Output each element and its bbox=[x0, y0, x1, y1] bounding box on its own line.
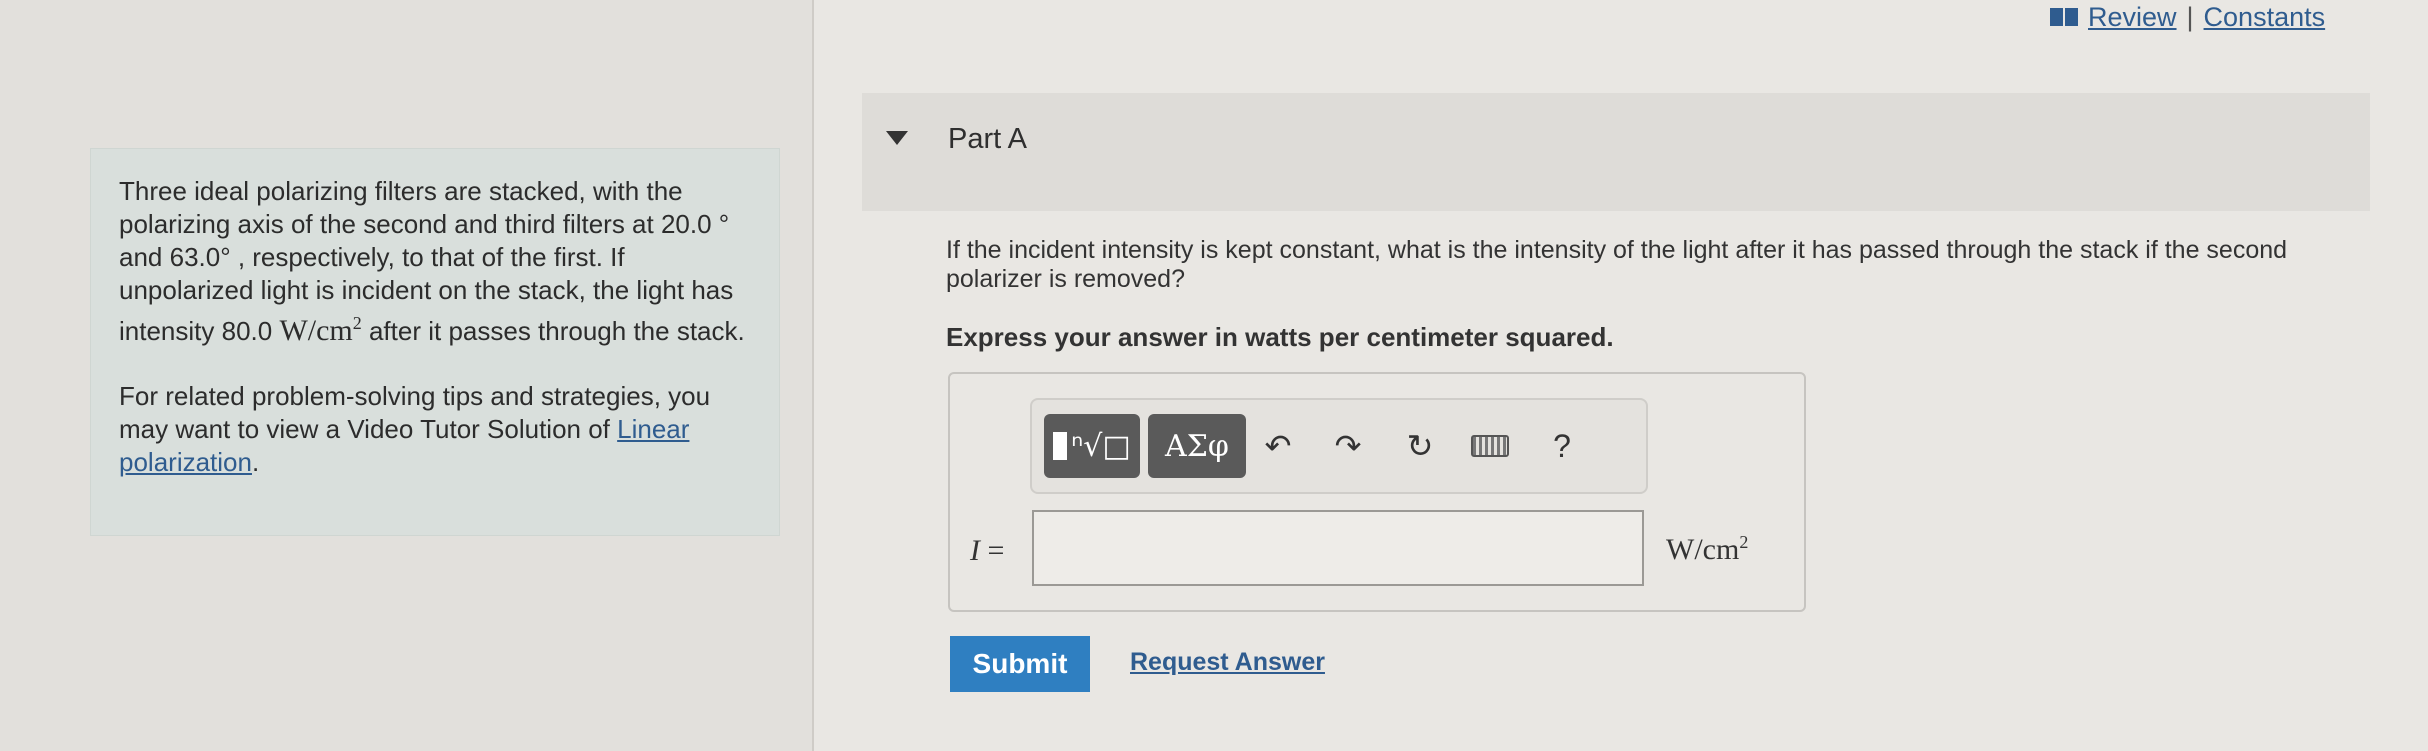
unit-base: W/cm bbox=[279, 314, 353, 347]
redo-icon[interactable]: ↷ bbox=[1328, 426, 1368, 466]
tips-text: For related problem-solving tips and str… bbox=[119, 380, 751, 479]
radical-template-icon: ⁿ√□ bbox=[1071, 428, 1131, 464]
answer-units: W/cm2 bbox=[1666, 532, 1748, 567]
review-link[interactable]: Review bbox=[2088, 0, 2177, 34]
separator: | bbox=[2186, 2, 2194, 32]
reset-icon[interactable]: ↻ bbox=[1400, 426, 1440, 466]
tips-text-end: . bbox=[251, 447, 260, 477]
answer-variable-label: I = bbox=[970, 534, 1004, 568]
part-a-header[interactable]: Part A bbox=[862, 93, 2370, 211]
request-answer-link[interactable]: Request Answer bbox=[1130, 648, 1325, 677]
templates-button[interactable]: ⁿ√□ bbox=[1044, 414, 1140, 478]
unit-exponent: 2 bbox=[352, 313, 362, 333]
answer-instruction: Express your answer in watts per centime… bbox=[946, 322, 1614, 352]
help-button[interactable]: ? bbox=[1542, 426, 1582, 466]
question-text: If the incident intensity is kept consta… bbox=[946, 236, 2288, 293]
keyboard-icon[interactable] bbox=[1470, 426, 1510, 466]
submit-button[interactable]: Submit bbox=[950, 636, 1090, 692]
intensity-unit: W/cm2 bbox=[279, 313, 362, 347]
answer-variable: I bbox=[970, 534, 980, 567]
equals-sign: = bbox=[987, 534, 1005, 567]
answer-unit-exponent: 2 bbox=[1739, 532, 1749, 552]
math-toolbar: ⁿ√□ ΑΣφ ↶ ↷ ↻ ? bbox=[1030, 398, 1648, 494]
template-block-icon bbox=[1053, 432, 1068, 460]
answer-input[interactable] bbox=[1032, 510, 1644, 586]
problem-text: Three ideal polarizing filters are stack… bbox=[119, 175, 751, 348]
keyboard-glyph bbox=[1471, 435, 1509, 457]
constants-link[interactable]: Constants bbox=[2204, 0, 2326, 34]
part-title: Part A bbox=[948, 123, 1027, 155]
problem-statement: Three ideal polarizing filters are stack… bbox=[90, 148, 780, 536]
undo-icon[interactable]: ↶ bbox=[1258, 426, 1298, 466]
collapse-caret-icon[interactable] bbox=[886, 131, 908, 145]
answer-panel: ⁿ√□ ΑΣφ ↶ ↷ ↻ ? I = W/cm2 bbox=[948, 372, 1806, 612]
answer-unit-base: W/cm bbox=[1666, 533, 1740, 566]
greek-symbols-button[interactable]: ΑΣφ bbox=[1148, 414, 1246, 478]
top-links: Review | Constants bbox=[2050, 0, 2325, 34]
book-icon bbox=[2050, 8, 2078, 26]
problem-text-part2: after it passes through the stack. bbox=[361, 316, 745, 346]
